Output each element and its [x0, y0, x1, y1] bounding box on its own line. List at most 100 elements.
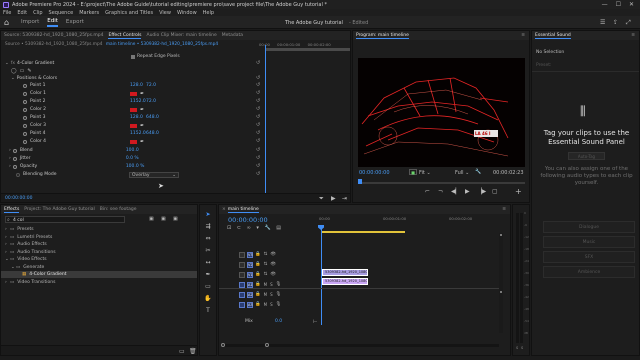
track-label[interactable]: V1	[247, 271, 253, 278]
fit-select[interactable]: Fit ⌄	[419, 170, 431, 176]
delete-icon[interactable]: 🗑	[189, 348, 197, 355]
settings-wrench-icon[interactable]: 🔧	[475, 169, 481, 175]
sfx-button[interactable]: SFX	[543, 251, 635, 263]
eye-icon[interactable]: 👁	[270, 262, 276, 267]
pen-tool-icon[interactable]: ✒	[204, 271, 212, 278]
timeline-clip[interactable]: 5309382-hd_1920_1080_25fps.mp4	[322, 278, 368, 285]
mark-in-icon[interactable]: ⌐	[425, 188, 430, 195]
type-tool-icon[interactable]: T	[204, 307, 212, 314]
reset-icon[interactable]: ↺	[256, 155, 260, 161]
target-toggle[interactable]	[239, 281, 245, 288]
reset-icon[interactable]: ↺	[256, 106, 260, 112]
mix-value[interactable]: 0.0	[275, 319, 282, 324]
mute-button[interactable]: M	[264, 282, 267, 287]
quality-select[interactable]: Full ⌄	[455, 170, 469, 176]
blend-mode-select[interactable]: Overlay ⌄	[129, 171, 179, 178]
sync-lock-icon[interactable]: ⇅	[264, 262, 268, 267]
program-playhead[interactable]	[358, 179, 362, 184]
microphone-icon[interactable]: 🎙	[276, 292, 282, 297]
solo-button[interactable]: S	[270, 292, 273, 297]
track-label[interactable]: V3	[247, 251, 253, 258]
hscroll-handle-left[interactable]	[221, 343, 225, 347]
stopwatch-icon[interactable]	[23, 139, 27, 144]
wrench-icon[interactable]: 🔧	[264, 225, 270, 231]
auto-tag-button[interactable]: Auto-Tag	[568, 152, 605, 160]
linked-selection-icon[interactable]: ∞	[247, 225, 251, 231]
stopwatch-icon[interactable]	[23, 99, 27, 104]
point-x-value[interactable]: 128.0	[130, 83, 146, 88]
play-icon[interactable]: ▶	[465, 188, 470, 195]
workspaces-icon[interactable]: ☰	[600, 19, 605, 26]
dialogue-button[interactable]: Dialogue	[543, 221, 635, 233]
menu-graphics[interactable]: Graphics and Titles	[105, 10, 153, 16]
tree-item[interactable]: ⌄ ▭ Video Effects	[1, 256, 197, 263]
eyedropper-icon[interactable]: ✒	[140, 139, 145, 145]
effect-controls-timecode[interactable]: 00:00:00:00	[5, 196, 32, 201]
rectangle-tool-icon[interactable]: ▭	[204, 283, 212, 290]
stopwatch-icon[interactable]	[23, 83, 27, 88]
param-value[interactable]: 0.0 %	[126, 156, 139, 161]
menu-markers[interactable]: Markers	[79, 10, 99, 16]
tab-import[interactable]: Import	[21, 19, 39, 25]
mark-out-icon[interactable]: ¬	[438, 188, 443, 195]
effects-search[interactable]: ⌕ 4 col	[5, 216, 125, 223]
eye-icon[interactable]: 👁	[270, 272, 276, 277]
eyedropper-icon[interactable]: ✒	[140, 123, 145, 129]
point-y-value[interactable]: 648.0	[146, 131, 159, 136]
accelerated-effects-icon[interactable]: ▣	[149, 216, 154, 222]
reset-icon[interactable]: ↺	[256, 82, 260, 88]
microphone-icon[interactable]: 🎙	[276, 302, 282, 307]
program-scrub-bar[interactable]	[359, 182, 525, 184]
close-tab-icon[interactable]: ×	[222, 207, 226, 212]
add-marker-icon[interactable]: ▾	[256, 225, 259, 231]
tree-item[interactable]: ▦ 4-Color Gradient	[1, 271, 197, 278]
export-frame-icon[interactable]: ▢	[492, 188, 498, 195]
stopwatch-icon[interactable]	[12, 148, 17, 153]
close-button[interactable]: ✕	[629, 1, 634, 8]
work-area-bar[interactable]	[321, 231, 405, 233]
program-timecode[interactable]: 00:00:00:00	[359, 170, 390, 176]
timeline-clip[interactable]: 5309382-hd_1920_1080_25fps.mp4	[322, 269, 368, 276]
playhead-handle[interactable]	[318, 225, 324, 230]
color-swatch[interactable]	[130, 107, 137, 112]
sync-lock-icon[interactable]: ⇅	[264, 252, 268, 257]
slip-tool-icon[interactable]: ↔	[204, 259, 212, 266]
reset-icon[interactable]: ↺	[256, 147, 260, 153]
scroll-handle-top[interactable]	[500, 234, 502, 236]
target-toggle[interactable]	[239, 261, 245, 268]
reset-icon[interactable]: ↺	[256, 90, 260, 96]
sequence-line[interactable]: main timeline • 5309382-hd_1920_1080_25f…	[106, 42, 218, 47]
eyedropper-icon[interactable]: ✒	[140, 91, 145, 97]
eyedropper-icon[interactable]: ✒	[140, 107, 145, 113]
razor-tool-icon[interactable]: ✂	[204, 247, 212, 254]
tree-item[interactable]: ⌄ ▭ Generate	[1, 264, 197, 271]
color-swatch[interactable]	[130, 91, 137, 96]
tab-metadata[interactable]: Metadata	[222, 33, 243, 38]
tab-essential-sound[interactable]: Essential Sound	[535, 33, 571, 39]
reset-icon[interactable]: ↺	[256, 60, 260, 66]
track-label[interactable]: A2	[247, 291, 253, 298]
color-swatch[interactable]	[130, 139, 137, 144]
reset-icon[interactable]: ↺	[256, 163, 260, 169]
tab-program[interactable]: Program: main timeline	[356, 33, 409, 39]
timeline-timecode[interactable]: 00:00:00:00	[228, 216, 268, 224]
step-back-icon[interactable]: ◀▏	[451, 188, 460, 195]
32bit-effects-icon[interactable]: ▣	[161, 216, 166, 222]
stopwatch-icon[interactable]	[23, 115, 27, 120]
yuv-effects-icon[interactable]: ▣	[173, 216, 178, 222]
reset-icon[interactable]: ↺	[256, 98, 260, 104]
effect-header[interactable]: ⌄ fx 4-Color Gradient	[5, 60, 54, 67]
home-icon[interactable]: ⌂	[4, 18, 13, 27]
hand-tool-icon[interactable]: ✋	[204, 295, 212, 302]
tree-item[interactable]: › ▭ Video Transitions	[1, 279, 197, 286]
target-toggle[interactable]	[239, 271, 245, 278]
solo-left[interactable]: S	[516, 346, 518, 350]
fullscreen-icon[interactable]: ⤢	[626, 19, 631, 27]
track-label[interactable]: V2	[247, 261, 253, 268]
program-video[interactable]: LA 46 I	[358, 58, 525, 167]
sync-lock-icon[interactable]: ⇅	[264, 272, 268, 277]
scroll-handle-bottom[interactable]	[500, 291, 502, 293]
mini-ruler[interactable]: 00:00 00:00:01:00 00:00:02:00	[259, 42, 350, 47]
ambience-button[interactable]: Ambience	[543, 266, 635, 278]
param-value[interactable]: 100.0	[126, 148, 139, 153]
